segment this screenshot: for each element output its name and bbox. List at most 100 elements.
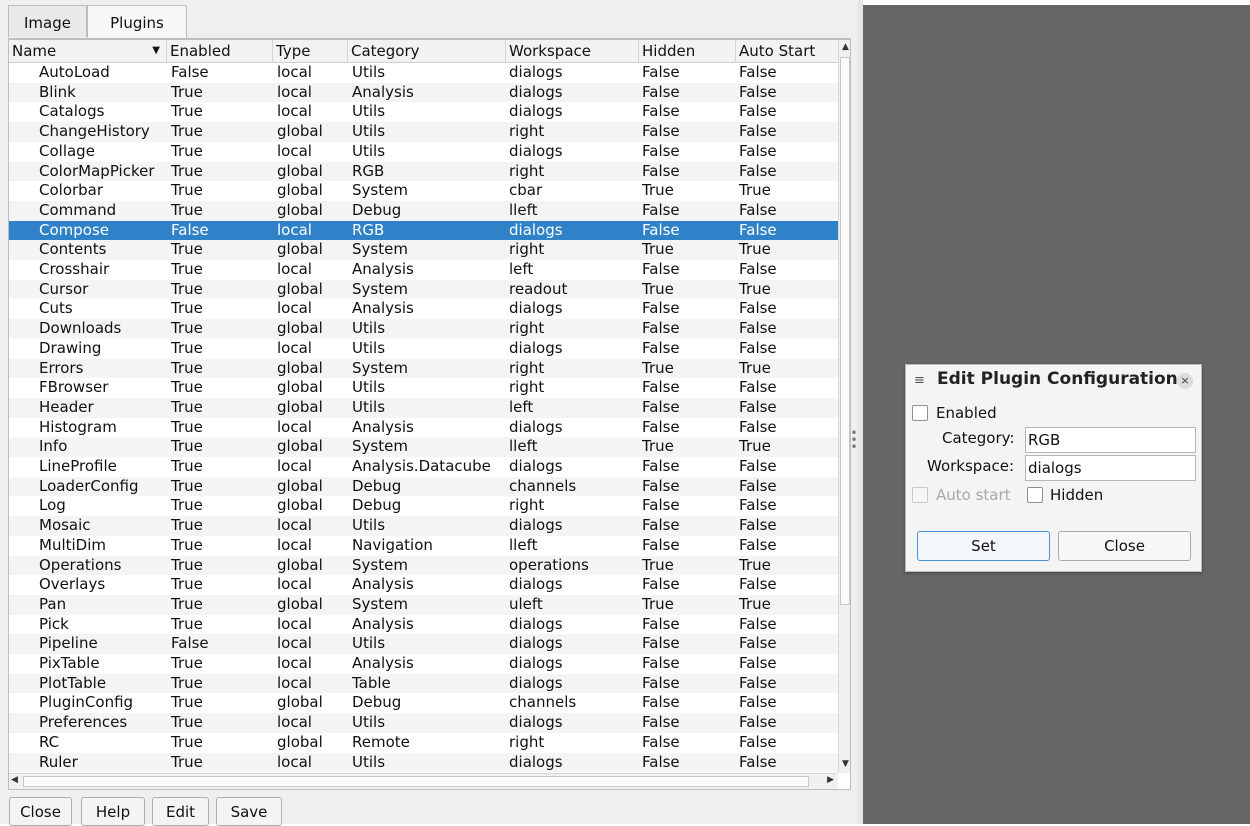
table-row[interactable]: Preferences True local Utils dialogs False Fal… — [9, 713, 838, 733]
set-button[interactable]: Set — [917, 531, 1050, 561]
table-row[interactable]: Blink True local Analysis dialogs False False — [9, 82, 838, 103]
table-row[interactable]: LoaderConfig True global Debug channels False… — [9, 476, 838, 497]
hidden-checkbox[interactable] — [1027, 487, 1043, 503]
workspace-field[interactable]: dialogs — [1025, 455, 1196, 481]
table-row[interactable]: AutoLoad False local Utils dialogs False False — [9, 63, 838, 83]
table-cell: False — [739, 122, 777, 141]
scrollbar-thumb[interactable] — [23, 776, 809, 787]
category-field[interactable]: RGB — [1025, 427, 1196, 453]
table-cell: Utils — [352, 63, 386, 81]
column-header-hidden[interactable]: Hidden — [639, 40, 736, 62]
edit-button[interactable]: Edit — [152, 797, 209, 826]
table-row[interactable]: Operations True global System operations True… — [9, 555, 838, 576]
table-cell: False — [739, 299, 777, 318]
arrow-up-icon[interactable]: ▲ — [839, 42, 850, 52]
table-row[interactable]: PlotTable True local Table dialogs False False — [9, 673, 838, 694]
table-row[interactable]: Crosshair True local Analysis left False False — [9, 260, 838, 280]
table-cell: right — [509, 161, 545, 180]
table-row[interactable]: Collage True local Utils dialogs False False — [9, 142, 838, 162]
table-row[interactable]: Overlays True local Analysis dialogs False Fal… — [9, 575, 838, 595]
table-cell: Cuts — [39, 299, 73, 318]
table-cell: global — [277, 732, 323, 751]
category-label: Category: — [942, 429, 1015, 447]
tab-plugins[interactable]: Plugins — [87, 5, 187, 39]
table-row[interactable]: Cursor True global System readout True True — [9, 279, 838, 300]
table-cell: False — [739, 397, 777, 416]
table-row[interactable]: RC True global Remote right False False — [9, 733, 838, 753]
close-icon[interactable]: × — [1177, 373, 1193, 389]
table-row[interactable]: ChangeHistory True global Utils right False Fa… — [9, 122, 838, 142]
arrow-right-icon[interactable]: ▶ — [827, 775, 834, 785]
table-cell: Histogram — [39, 417, 117, 436]
help-button[interactable]: Help — [81, 797, 145, 826]
table-cell: False — [739, 693, 777, 712]
table-row[interactable]: Errors True global System right True True — [9, 358, 838, 379]
table-cell: False — [642, 673, 680, 692]
auto-start-checkbox[interactable] — [912, 487, 928, 503]
table-row[interactable]: Pipeline False local Utils dialogs False False — [9, 634, 838, 654]
table-row[interactable]: Catalogs True local Utils dialogs False False — [9, 102, 838, 122]
table-row[interactable]: Ruler True local Utils dialogs False False — [9, 752, 838, 773]
table-row[interactable]: Pick True local Analysis dialogs False False — [9, 615, 838, 635]
table-row[interactable]: Log True global Debug right False False — [9, 496, 838, 516]
arrow-down-icon[interactable]: ▼ — [839, 759, 850, 769]
table-cell: dialogs — [509, 634, 563, 653]
table-row[interactable]: ColorMapPicker True global RGB right False Fal… — [9, 161, 838, 182]
vertical-scrollbar[interactable]: ▲ ▼ — [838, 40, 850, 773]
column-header-type[interactable]: Type — [273, 40, 348, 62]
column-header-auto-start[interactable]: Auto Start — [736, 40, 838, 62]
table-cell: False — [642, 496, 680, 515]
menu-icon[interactable]: ≡ — [914, 373, 925, 388]
arrow-left-icon[interactable]: ◀ — [11, 775, 18, 785]
table-row[interactable]: Command True global Debug lleft False False — [9, 200, 838, 221]
table-cell: False — [739, 752, 777, 771]
table-row[interactable]: MultiDim True local Navigation lleft False Fal… — [9, 536, 838, 556]
table-row[interactable]: Info True global System lleft True True — [9, 437, 838, 457]
table-row[interactable]: PixTable True local Analysis dialogs False Fal… — [9, 654, 838, 674]
close-button[interactable]: Close — [9, 797, 72, 826]
table-row[interactable]: PluginConfig True global Debug channels False… — [9, 693, 838, 713]
table-row[interactable]: Drawing True local Utils dialogs False False — [9, 339, 838, 359]
table-row[interactable]: LineProfile True local Analysis.Datacube dia… — [9, 457, 838, 477]
table-cell: True — [739, 240, 771, 259]
table-cell: Log — [39, 496, 66, 515]
table-cell: PlotTable — [39, 673, 107, 692]
column-header-workspace[interactable]: Workspace — [506, 40, 639, 62]
table-cell: Analysis — [352, 575, 414, 594]
table-cell: local — [277, 141, 312, 160]
table-row[interactable]: Header True global Utils left False False — [9, 397, 838, 418]
table-row[interactable]: Cuts True local Analysis dialogs False False — [9, 299, 838, 319]
enabled-checkbox[interactable] — [912, 405, 928, 421]
table-row[interactable]: Histogram True local Analysis dialogs False Fa… — [9, 418, 838, 438]
table-cell: global — [277, 319, 323, 338]
column-header-enabled[interactable]: Enabled — [167, 40, 273, 62]
save-button[interactable]: Save — [216, 797, 282, 826]
table-cell: dialogs — [509, 220, 563, 239]
table-cell: False — [642, 102, 680, 121]
table-row[interactable]: FBrowser True global Utils right False False — [9, 378, 838, 398]
scrollbar-thumb[interactable] — [840, 57, 850, 605]
dialog-close-button[interactable]: Close — [1058, 531, 1191, 561]
column-header-name[interactable]: Name ▼ — [9, 40, 167, 62]
table-cell: True — [171, 397, 203, 416]
table-row[interactable]: Pan True global System uleft True True — [9, 594, 838, 615]
table-row[interactable]: Mosaic True local Utils dialogs False False — [9, 516, 838, 536]
column-header-category[interactable]: Category — [348, 40, 506, 62]
table-cell: True — [171, 476, 203, 495]
table-row[interactable]: Downloads True global Utils right False False — [9, 319, 838, 339]
drag-handle-icon[interactable]: • • • — [850, 427, 858, 453]
table-row[interactable]: Colorbar True global System cbar True True — [9, 181, 838, 201]
table-cell: uleft — [509, 594, 543, 613]
table-cell: global — [277, 555, 323, 574]
table-cell: Table — [352, 673, 391, 692]
horizontal-scrollbar[interactable]: ◀ ▶ — [9, 773, 838, 789]
table-row[interactable]: Compose False local RGB dialogs False False — [9, 220, 838, 241]
table-cell: channels — [509, 476, 577, 495]
dialog-titlebar[interactable]: ≡ Edit Plugin Configuration × — [906, 365, 1201, 399]
table-row[interactable]: Contents True global System right True True — [9, 240, 838, 260]
table-cell: Info — [39, 437, 68, 456]
table-cell: True — [171, 122, 203, 141]
tab-image[interactable]: Image — [8, 5, 87, 37]
table-cell: False — [642, 516, 680, 535]
table-cell: LoaderConfig — [39, 476, 139, 495]
